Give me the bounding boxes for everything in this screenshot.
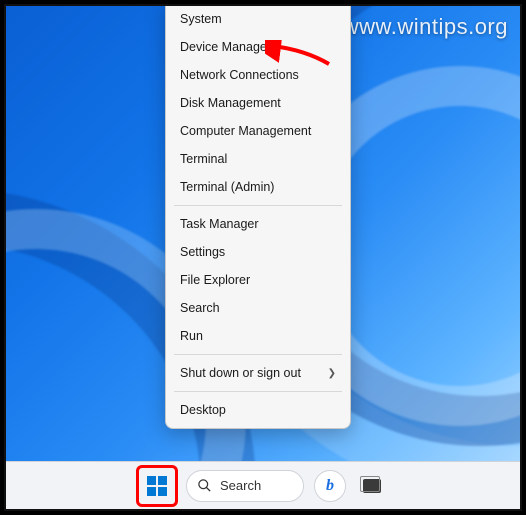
search-placeholder: Search <box>220 478 261 493</box>
chevron-right-icon: ❯ <box>328 368 336 379</box>
menu-label: Settings <box>180 245 225 259</box>
menu-item-desktop[interactable]: Desktop <box>166 396 350 424</box>
menu-item-run[interactable]: Run <box>166 322 350 350</box>
desktop-frame: www.wintips.org System Device Manager Ne… <box>4 4 522 511</box>
taskbar: Search b <box>6 461 520 509</box>
menu-item-terminal[interactable]: Terminal <box>166 145 350 173</box>
menu-label: Desktop <box>180 403 226 417</box>
menu-label: Search <box>180 301 220 315</box>
menu-label: Shut down or sign out <box>180 366 301 380</box>
task-view-button[interactable] <box>356 470 388 502</box>
menu-label: Task Manager <box>180 217 259 231</box>
menu-label: File Explorer <box>180 273 250 287</box>
menu-label: Terminal (Admin) <box>180 180 274 194</box>
watermark-text: www.wintips.org <box>343 14 508 40</box>
task-view-icon <box>363 479 381 493</box>
menu-item-terminal-admin[interactable]: Terminal (Admin) <box>166 173 350 201</box>
menu-label: Disk Management <box>180 96 281 110</box>
windows-logo-icon <box>147 476 167 496</box>
menu-item-device-manager[interactable]: Device Manager <box>166 33 350 61</box>
start-button[interactable] <box>138 467 176 505</box>
menu-item-settings[interactable]: Settings <box>166 238 350 266</box>
menu-label: Network Connections <box>180 68 299 82</box>
menu-item-disk-management[interactable]: Disk Management <box>166 89 350 117</box>
menu-item-task-manager[interactable]: Task Manager <box>166 210 350 238</box>
menu-item-shutdown-signout[interactable]: Shut down or sign out ❯ <box>166 359 350 387</box>
menu-item-search[interactable]: Search <box>166 294 350 322</box>
menu-item-file-explorer[interactable]: File Explorer <box>166 266 350 294</box>
search-icon <box>197 478 212 493</box>
menu-divider <box>174 205 342 206</box>
menu-divider <box>174 391 342 392</box>
menu-divider <box>174 354 342 355</box>
menu-label: Run <box>180 329 203 343</box>
menu-label: Computer Management <box>180 124 311 138</box>
bing-icon: b <box>326 477 334 495</box>
menu-label: System <box>180 12 222 26</box>
winx-context-menu: System Device Manager Network Connection… <box>165 4 351 429</box>
taskbar-search[interactable]: Search <box>186 470 304 502</box>
menu-label: Terminal <box>180 152 227 166</box>
menu-label: Device Manager <box>180 40 271 54</box>
menu-item-system[interactable]: System <box>166 5 350 33</box>
menu-item-computer-management[interactable]: Computer Management <box>166 117 350 145</box>
menu-item-network-connections[interactable]: Network Connections <box>166 61 350 89</box>
bing-chat-button[interactable]: b <box>314 470 346 502</box>
